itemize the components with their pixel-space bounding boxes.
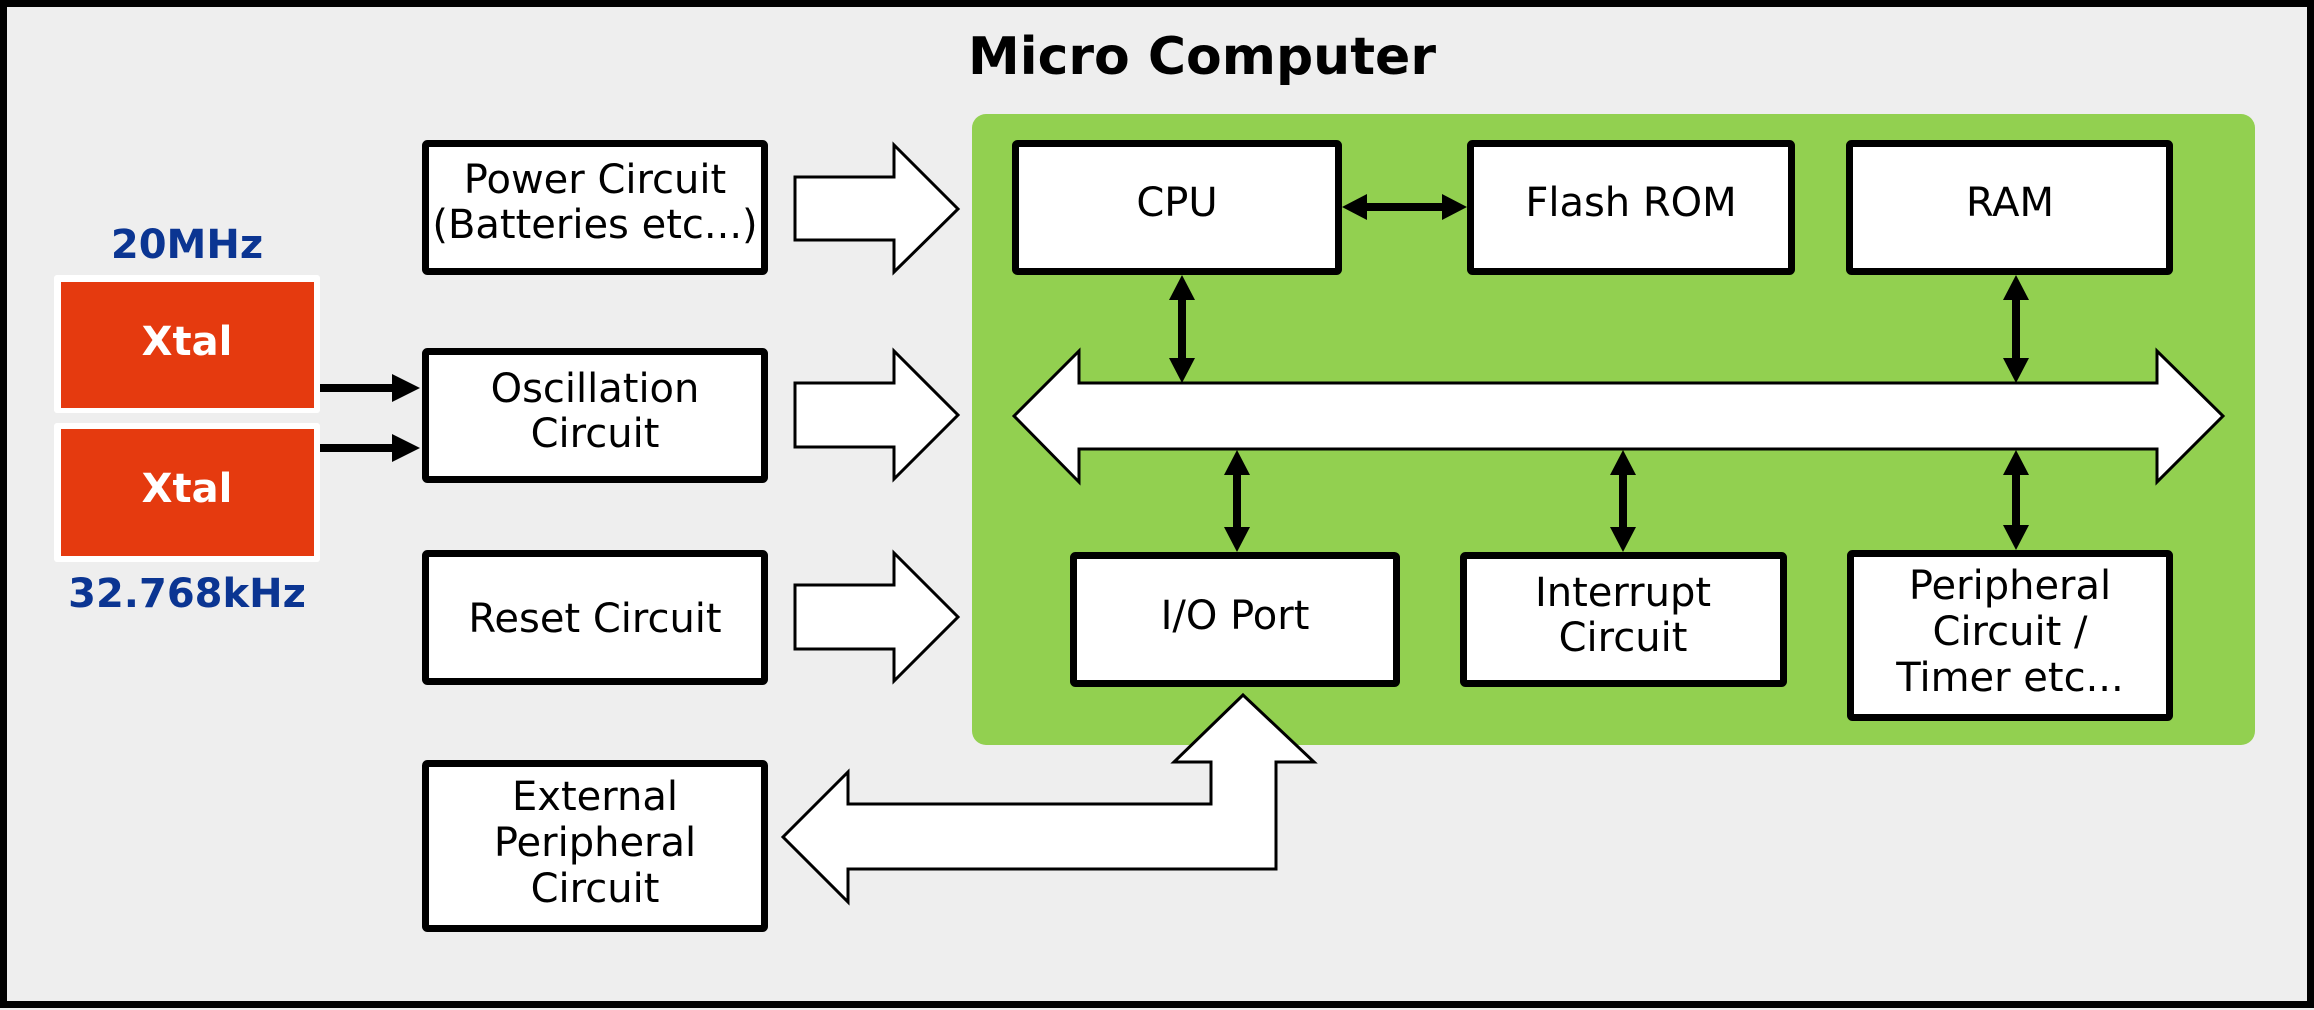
- cpu-label: CPU: [1136, 180, 1217, 226]
- oscillation-circuit-label-2: Circuit: [531, 411, 660, 457]
- crystal-label: Xtal: [142, 319, 233, 365]
- external-peripheral-label-3: Circuit: [531, 866, 660, 912]
- flash-rom-block: Flash ROM: [1467, 140, 1795, 275]
- interrupt-label-2: Circuit: [1559, 615, 1688, 661]
- diagram-title: Micro Computer: [968, 27, 1436, 87]
- peripheral-timer-block: Peripheral Circuit / Timer etc...: [1847, 550, 2173, 721]
- crystal-label: Xtal: [142, 466, 233, 512]
- oscillation-circuit-label: Oscillation: [491, 366, 700, 412]
- frequency-label-20mhz: 20MHz: [111, 222, 263, 268]
- power-circuit-sublabel: (Batteries etc...): [432, 202, 757, 248]
- ram-label: RAM: [1966, 180, 2054, 226]
- io-port-label: I/O Port: [1161, 593, 1310, 639]
- power-circuit-label: Power Circuit: [464, 157, 726, 203]
- reset-circuit-label: Reset Circuit: [468, 596, 721, 642]
- external-peripheral-label: External: [512, 774, 678, 820]
- peripheral-label-3: Timer etc...: [1895, 655, 2123, 701]
- interrupt-circuit-block: Interrupt Circuit: [1460, 552, 1787, 687]
- io-port-block: I/O Port: [1070, 552, 1400, 687]
- frequency-label-32khz: 32.768kHz: [68, 571, 306, 617]
- external-peripheral-label-2: Peripheral: [494, 820, 696, 866]
- power-circuit-block: Power Circuit (Batteries etc...): [422, 140, 768, 275]
- microcomputer-block-diagram: Micro Computer 20MHz Xtal Xtal 32.768kHz…: [0, 0, 2314, 1008]
- peripheral-label: Peripheral: [1909, 563, 2111, 609]
- cpu-block: CPU: [1012, 140, 1342, 275]
- ram-block: RAM: [1846, 140, 2173, 275]
- oscillation-circuit-block: Oscillation Circuit: [422, 348, 768, 483]
- reset-circuit-block: Reset Circuit: [422, 550, 768, 685]
- flash-rom-label: Flash ROM: [1525, 180, 1736, 226]
- crystal-32khz: Xtal 32.768kHz: [54, 423, 320, 617]
- peripheral-label-2: Circuit /: [1933, 609, 2088, 655]
- interrupt-label: Interrupt: [1535, 570, 1711, 616]
- external-peripheral-circuit-block: External Peripheral Circuit: [422, 760, 768, 932]
